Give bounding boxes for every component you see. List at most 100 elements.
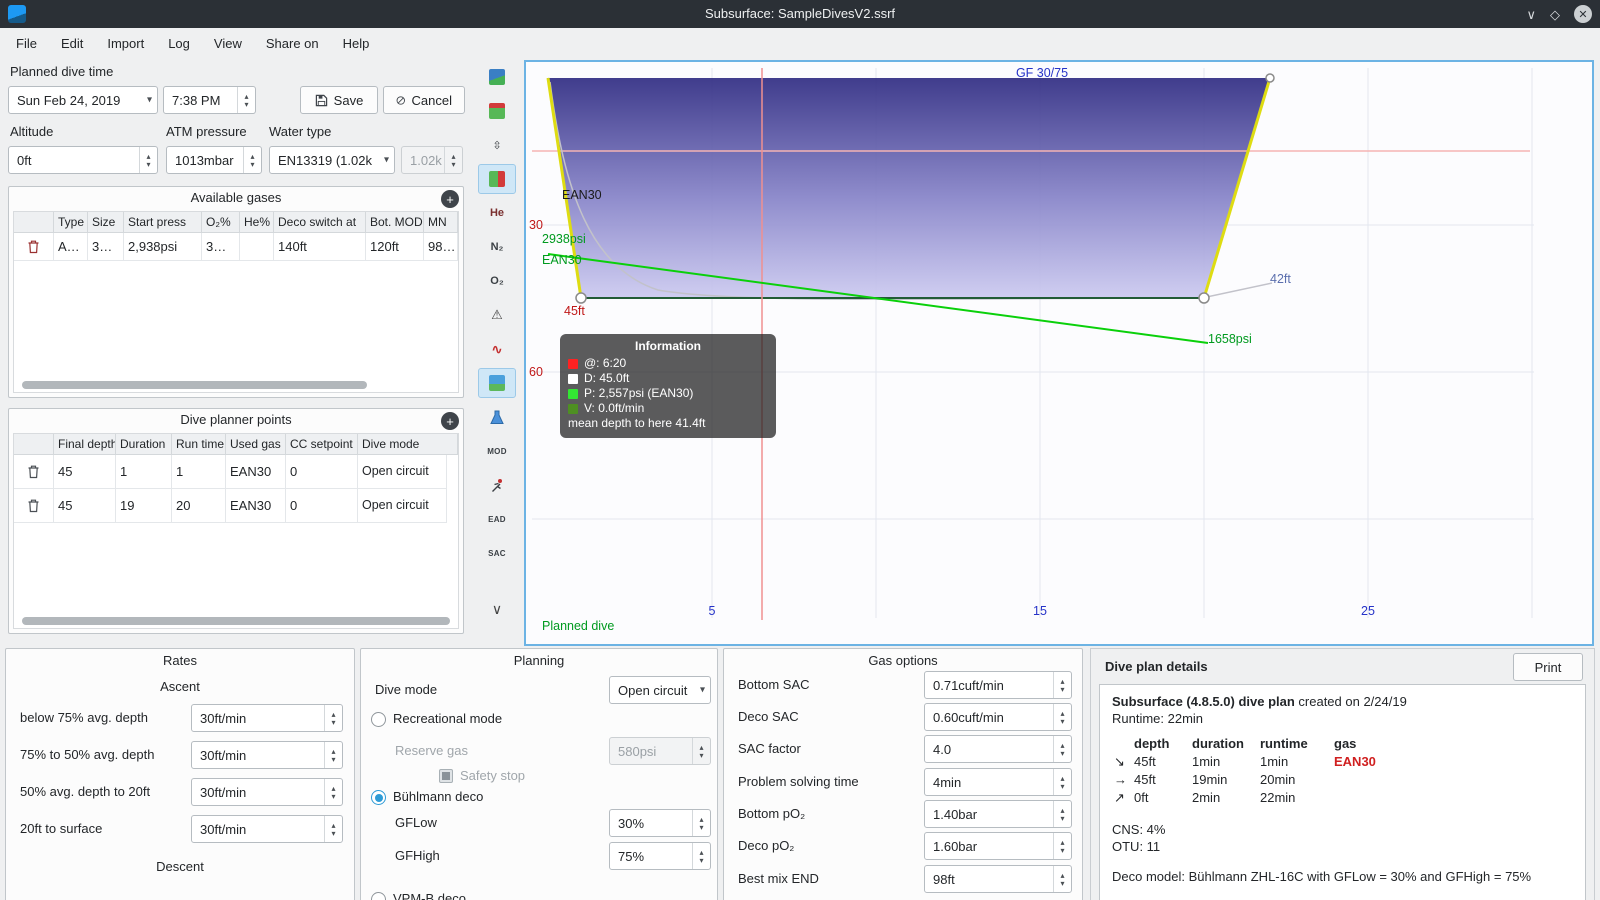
maximize-button[interactable]: ◇: [1550, 8, 1560, 21]
gfhigh-spinner[interactable]: 75%: [609, 842, 711, 870]
spinner-arrows-icon[interactable]: [692, 843, 710, 869]
point-depth-cell[interactable]: 45: [54, 489, 116, 523]
cylinder-he-cell[interactable]: [240, 233, 274, 261]
gases-hscrollbar[interactable]: [22, 381, 367, 389]
point-mode-cell[interactable]: Open circuit: [358, 489, 447, 523]
print-button[interactable]: Print: [1513, 653, 1583, 681]
heart-rate-icon[interactable]: ∿: [478, 334, 516, 364]
spinner-arrows-icon[interactable]: [324, 816, 342, 842]
ceiling-toggle-icon[interactable]: [478, 164, 516, 194]
menu-view[interactable]: View: [202, 31, 254, 56]
col-header-used-gas[interactable]: Used gas: [226, 434, 286, 455]
bottom-po2-spinner[interactable]: 1.40bar: [924, 800, 1072, 828]
sac-toggle-icon[interactable]: SAC: [478, 538, 516, 568]
pn2-graph-icon[interactable]: N₂: [478, 232, 516, 262]
col-header-size[interactable]: Size: [88, 212, 124, 233]
cylinder-mnd-cell[interactable]: 98…: [424, 233, 458, 261]
point-duration-cell[interactable]: 1: [116, 455, 172, 489]
delete-point-icon[interactable]: [14, 489, 54, 523]
col-header-cc-setpoint[interactable]: CC setpoint: [286, 434, 358, 455]
spinner-arrows-icon[interactable]: [324, 705, 342, 731]
minimize-button[interactable]: ∨: [1526, 8, 1536, 21]
atm-pressure-spinner[interactable]: 1013mbar: [166, 146, 262, 174]
problem-solving-time-spinner[interactable]: 4min: [924, 768, 1072, 796]
cylinder-start-press-cell[interactable]: 2,938psi: [124, 233, 202, 261]
gas-density-icon[interactable]: [478, 402, 516, 432]
menu-log[interactable]: Log: [156, 31, 202, 56]
spinner-arrows-icon[interactable]: [692, 810, 710, 836]
buhlmann-deco-radio[interactable]: [371, 790, 386, 805]
spinner-arrows-icon[interactable]: [1053, 704, 1071, 730]
dive-mode-select[interactable]: Open circuit: [609, 676, 711, 704]
point-runtime-cell[interactable]: 1: [172, 455, 226, 489]
point-depth-cell[interactable]: 45: [54, 455, 116, 489]
gflow-spinner[interactable]: 30%: [609, 809, 711, 837]
point-setpoint-cell[interactable]: 0: [286, 489, 358, 523]
cylinder-deco-switch-cell[interactable]: 140ft: [274, 233, 366, 261]
phe-graph-icon[interactable]: He: [478, 198, 516, 228]
point-gas-cell[interactable]: EAN30: [226, 455, 286, 489]
water-type-select[interactable]: EN13319 (1.02k: [269, 146, 395, 174]
col-header-he[interactable]: He%: [240, 212, 274, 233]
close-button[interactable]: ✕: [1574, 5, 1592, 23]
rate-spinner-1[interactable]: 30ft/min: [191, 704, 343, 732]
recreational-mode-radio[interactable]: [371, 712, 386, 727]
altitude-spinner[interactable]: 0ft: [8, 146, 158, 174]
menu-help[interactable]: Help: [331, 31, 382, 56]
col-header-type[interactable]: Type: [54, 212, 88, 233]
menu-import[interactable]: Import: [95, 31, 156, 56]
spinner-arrows-icon[interactable]: [1053, 769, 1071, 795]
mod-toggle-icon[interactable]: MOD: [478, 436, 516, 466]
dive-time-spinner[interactable]: 7:38 PM: [163, 86, 256, 114]
point-runtime-cell[interactable]: 20: [172, 489, 226, 523]
spinner-arrows-icon[interactable]: [324, 779, 342, 805]
col-header-o2[interactable]: O₂%: [202, 212, 240, 233]
points-hscrollbar[interactable]: [22, 617, 450, 625]
delete-point-icon[interactable]: [14, 455, 54, 489]
mnd-warning-icon[interactable]: ⚠: [478, 300, 516, 330]
col-header-final-depth[interactable]: Final depth: [54, 434, 116, 455]
col-header-run-time[interactable]: Run time: [172, 434, 226, 455]
col-header-start-press[interactable]: Start press: [124, 212, 202, 233]
photos-toggle-icon[interactable]: [478, 368, 516, 398]
col-header-bot-mod[interactable]: Bot. MOD: [366, 212, 424, 233]
po2-graph-icon[interactable]: O₂: [478, 266, 516, 296]
dive-profile-icon[interactable]: [478, 62, 516, 92]
cylinder-size-cell[interactable]: 3…: [88, 233, 124, 261]
spinner-arrows-icon[interactable]: [139, 147, 157, 173]
sac-factor-spinner[interactable]: 4.0: [924, 735, 1072, 763]
ead-toggle-icon[interactable]: EAD: [478, 504, 516, 534]
dive-date-select[interactable]: Sun Feb 24, 2019: [8, 86, 158, 114]
spinner-arrows-icon[interactable]: [237, 87, 255, 113]
spinner-arrows-icon[interactable]: [1053, 801, 1071, 827]
point-mode-cell[interactable]: Open circuit: [358, 455, 447, 489]
edit-handles-icon[interactable]: ⇳: [478, 130, 516, 160]
deco-po2-spinner[interactable]: 1.60bar: [924, 832, 1072, 860]
add-cylinder-button[interactable]: [441, 190, 459, 208]
menu-file[interactable]: File: [4, 31, 49, 56]
spinner-arrows-icon[interactable]: [324, 742, 342, 768]
point-setpoint-cell[interactable]: 0: [286, 455, 358, 489]
cylinder-bot-mod-cell[interactable]: 120ft: [366, 233, 424, 261]
col-header-dive-mode[interactable]: Dive mode: [358, 434, 458, 455]
sac-runner-icon[interactable]: [478, 470, 516, 500]
col-header-deco-switch[interactable]: Deco switch at: [274, 212, 366, 233]
spinner-arrows-icon[interactable]: [1053, 672, 1071, 698]
point-gas-cell[interactable]: EAN30: [226, 489, 286, 523]
col-header-mnd[interactable]: MN: [424, 212, 458, 233]
po2-threshold-icon[interactable]: [478, 96, 516, 126]
cancel-button[interactable]: Cancel: [383, 86, 465, 114]
best-mix-end-spinner[interactable]: 98ft: [924, 865, 1072, 893]
spinner-arrows-icon[interactable]: [1053, 833, 1071, 859]
cylinder-o2-cell[interactable]: 3…: [202, 233, 240, 261]
rate-spinner-3[interactable]: 30ft/min: [191, 778, 343, 806]
spinner-arrows-icon[interactable]: [1053, 736, 1071, 762]
menu-share-on[interactable]: Share on: [254, 31, 331, 56]
deco-sac-spinner[interactable]: 0.60cuft/min: [924, 703, 1072, 731]
cylinder-type-cell[interactable]: A…: [54, 233, 88, 261]
vpmb-deco-radio[interactable]: [371, 892, 386, 900]
dive-profile-chart[interactable]: GF 30/75 EAN30 2938psi EAN30 45ft 42ft 1…: [524, 60, 1594, 646]
rate-spinner-4[interactable]: 30ft/min: [191, 815, 343, 843]
add-point-button[interactable]: [441, 412, 459, 430]
col-header-duration[interactable]: Duration: [116, 434, 172, 455]
